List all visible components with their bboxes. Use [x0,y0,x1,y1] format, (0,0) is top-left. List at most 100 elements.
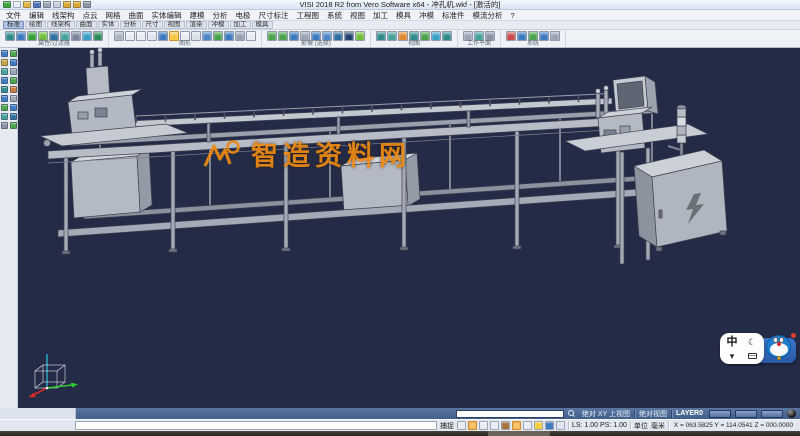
shading-icon[interactable] [147,31,157,41]
menu-item[interactable]: 视图 [346,10,369,21]
filter-layer-icon[interactable] [93,31,103,41]
measure-tool-icon[interactable] [10,104,17,111]
viewport-3d[interactable]: 智造资料网 中 [18,48,800,408]
attr-line-icon[interactable] [16,31,26,41]
doraemon-mascot[interactable] [765,334,793,362]
menu-item[interactable]: 线架构 [48,10,79,21]
filter-solid-icon[interactable] [38,31,48,41]
menu-item[interactable]: 模具 [392,10,415,21]
toolbar-tab[interactable]: 视图 [164,21,185,29]
select-layer-icon[interactable] [322,31,332,41]
layers-icon[interactable] [202,31,212,41]
select-element-icon[interactable] [267,31,277,41]
menu-item[interactable]: 标准件 [438,10,469,21]
group-tool-icon[interactable] [10,113,17,120]
snap-intersection-icon[interactable] [501,421,510,430]
menu-item[interactable]: 曲面 [125,10,148,21]
menu-item[interactable]: 工程图 [293,10,324,21]
surface-tool-icon[interactable] [10,68,17,75]
keyboard-icon[interactable] [748,353,757,359]
workplane-reset-icon[interactable] [485,31,495,41]
select-filter-icon[interactable] [355,31,365,41]
snap-quadrant-icon[interactable] [523,421,532,430]
refresh-icon[interactable] [246,31,256,41]
menu-item[interactable]: 分析 [209,10,232,21]
snap-grid-icon[interactable] [556,421,565,430]
select-box-icon[interactable] [289,31,299,41]
menu-item[interactable]: 实体编辑 [148,10,186,21]
select-tool-icon[interactable] [1,50,8,57]
system-help-icon[interactable] [550,31,560,41]
ime-toolbox-icon[interactable]: ▾ [730,351,735,361]
scale-tool-icon[interactable] [1,104,8,111]
select-none-icon[interactable] [344,31,354,41]
mirror-tool-icon[interactable] [10,95,17,102]
menu-item[interactable]: 点云 [79,10,102,21]
menu-item[interactable]: 系统 [323,10,346,21]
ime-mode-indicator[interactable]: 中 [727,337,738,348]
menu-item[interactable]: 模流分析 [469,10,507,21]
command-input[interactable] [456,410,564,418]
toolbar-tab[interactable]: 线架构 [47,21,75,29]
redraw-icon[interactable] [114,31,124,41]
system-options-icon[interactable] [517,31,527,41]
trim-tool-icon[interactable] [10,77,17,84]
highlight-icon[interactable] [169,31,179,41]
snap-free-icon[interactable] [457,421,466,430]
delete-tool-icon[interactable] [1,86,8,93]
ucs-tool-icon[interactable] [1,122,8,129]
menu-item[interactable]: 文件 [2,10,25,21]
visibility-icon[interactable] [213,31,223,41]
toolbar-tab[interactable]: 实体 [98,21,119,29]
menu-item[interactable]: 网格 [102,10,125,21]
workplane-set-icon[interactable] [463,31,473,41]
view-right-icon[interactable] [409,31,419,41]
pan-icon[interactable] [180,31,190,41]
zoom-previous-icon[interactable] [191,31,201,41]
view-previous-icon[interactable] [442,31,452,41]
select-invert-icon[interactable] [333,31,343,41]
layer-status[interactable]: LAYER0 [672,410,707,417]
rotate-tool-icon[interactable] [1,95,8,102]
snap-tangent-icon[interactable] [512,421,521,430]
quick-view-button-1[interactable] [709,410,731,418]
menu-item[interactable]: 编辑 [25,10,48,21]
toolbar-tab[interactable]: 模具 [252,21,273,29]
system-info-icon[interactable] [539,31,549,41]
circle-tool-icon[interactable] [10,59,17,66]
select-color-icon[interactable] [311,31,321,41]
zoom-window-icon[interactable] [136,31,146,41]
snap-point-icon[interactable] [468,421,477,430]
filter-face-icon[interactable] [49,31,59,41]
layer-tool-icon[interactable] [1,113,8,120]
snap-perpendicular-icon[interactable] [534,421,543,430]
menu-item[interactable]: 冲模 [415,10,438,21]
toolbar-tab[interactable]: 标准 [3,21,24,29]
moon-icon[interactable]: ☾ [748,337,756,347]
menu-item[interactable]: 建模 [186,10,209,21]
move-tool-icon[interactable] [10,86,17,93]
grid-tool-icon[interactable] [10,122,17,129]
line-tool-icon[interactable] [1,59,8,66]
toolbar-tab[interactable]: 分析 [120,21,141,29]
workplane-status[interactable]: 绝对 XY 上视图 [578,409,634,419]
menu-item[interactable]: 尺寸标注 [255,10,293,21]
view-rotate-icon[interactable] [420,31,430,41]
snap-rotate-icon[interactable] [545,421,554,430]
menu-item[interactable]: ? [507,10,519,21]
filter-point-icon[interactable] [82,31,92,41]
render-mode-sphere-icon[interactable] [787,409,796,418]
menu-item[interactable]: 加工 [369,10,392,21]
filter-edge-icon[interactable] [60,31,70,41]
section-icon[interactable] [224,31,234,41]
snap-mid-icon[interactable] [479,421,488,430]
solid-tool-icon[interactable] [1,77,8,84]
filter-all-icon[interactable] [27,31,37,41]
toolbar-tab[interactable]: 绘图 [25,21,46,29]
system-save-icon[interactable] [528,31,538,41]
toolbar-tab[interactable]: 渲染 [186,21,207,29]
view-front-icon[interactable] [398,31,408,41]
view-fit-icon[interactable] [431,31,441,41]
toolbar-tab[interactable]: 冲模 [208,21,229,29]
units-value[interactable]: 毫米 [651,421,665,431]
